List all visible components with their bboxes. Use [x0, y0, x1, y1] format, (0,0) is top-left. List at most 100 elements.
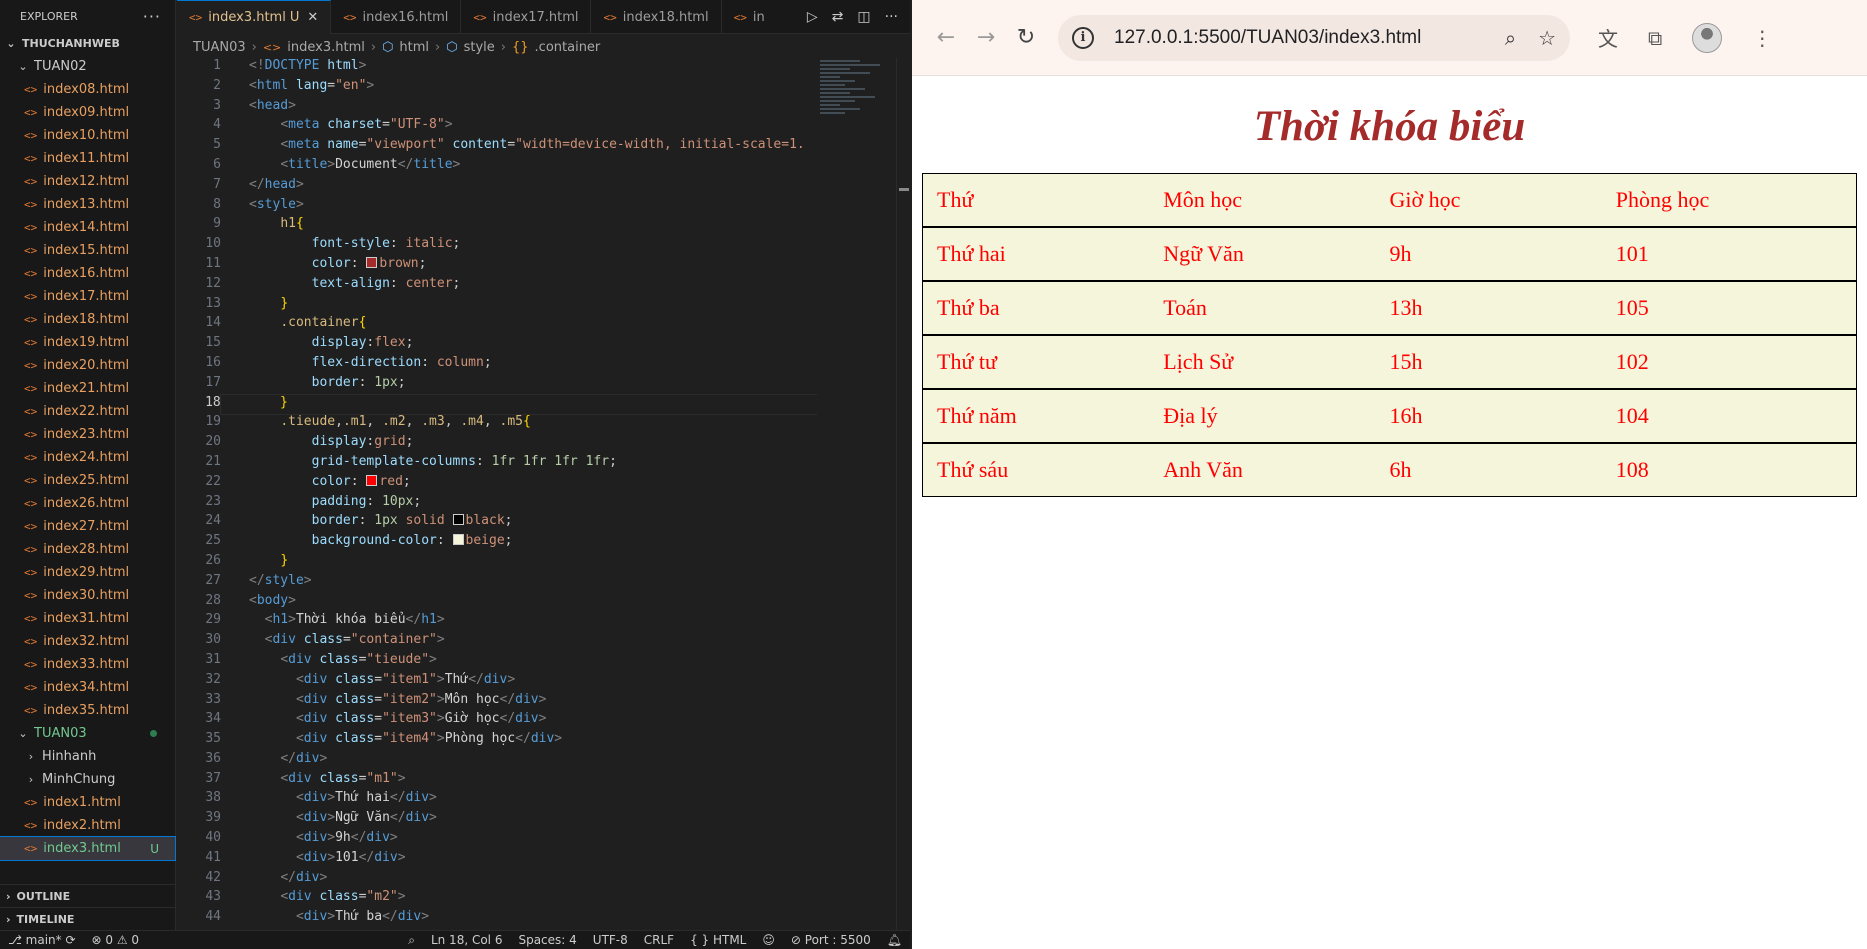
- file-item[interactable]: <> index21.html: [0, 377, 175, 400]
- html-file-icon: <>: [24, 704, 38, 717]
- menu-icon[interactable]: ⋮: [1752, 26, 1772, 50]
- untracked-badge: U: [289, 10, 300, 25]
- cell: Anh Văn: [1163, 457, 1243, 482]
- bookmark-star-icon[interactable]: ☆: [1538, 26, 1556, 50]
- folder-hinhanh[interactable]: › Hinhanh: [0, 745, 175, 768]
- file-item[interactable]: <> index23.html: [0, 423, 175, 446]
- notifications-icon[interactable]: 🔔︎: [879, 933, 910, 948]
- file-item[interactable]: <> index12.html: [0, 170, 175, 193]
- file-item[interactable]: <> index27.html: [0, 515, 175, 538]
- more-actions-icon[interactable]: ···: [143, 7, 161, 26]
- copilot-icon[interactable]: ☺: [754, 933, 783, 948]
- file-item[interactable]: <> index30.html: [0, 584, 175, 607]
- forward-arrow-icon[interactable]: →: [966, 18, 1006, 58]
- file-item[interactable]: <> index19.html: [0, 331, 175, 354]
- file-index2[interactable]: <> index2.html: [0, 814, 175, 837]
- timeline-section[interactable]: › TIMELINE: [0, 907, 176, 930]
- encoding[interactable]: UTF-8: [585, 933, 636, 948]
- workspace-root[interactable]: ⌄ THUCHANHWEB: [0, 32, 175, 55]
- breadcrumb-item[interactable]: html: [399, 40, 429, 55]
- file-item[interactable]: <> index28.html: [0, 538, 175, 561]
- language-mode[interactable]: { } HTML: [682, 933, 754, 948]
- workspace-label: THUCHANHWEB: [22, 37, 120, 50]
- line-ending[interactable]: CRLF: [636, 933, 682, 948]
- scrollbar-thumb[interactable]: [899, 188, 909, 191]
- file-item[interactable]: <> index20.html: [0, 354, 175, 377]
- file-item[interactable]: <> index29.html: [0, 561, 175, 584]
- translate-icon[interactable]: 文: [1598, 23, 1618, 52]
- file-label: index23.html: [43, 427, 130, 442]
- editor-scrollbar[interactable]: [896, 58, 910, 930]
- file-item[interactable]: <> index11.html: [0, 147, 175, 170]
- color-swatch-icon[interactable]: [452, 514, 464, 526]
- minimap[interactable]: [820, 58, 890, 198]
- avatar[interactable]: [1692, 22, 1723, 53]
- cursor-position[interactable]: Ln 18, Col 6: [423, 933, 511, 948]
- url-text[interactable]: 127.0.0.1:5500/TUAN03/index3.html: [1114, 27, 1421, 49]
- color-swatch-icon[interactable]: [366, 474, 378, 486]
- line-number: 25: [205, 533, 221, 549]
- site-info-icon[interactable]: i: [1072, 26, 1094, 49]
- timeline-label: TIMELINE: [16, 912, 75, 926]
- file-item[interactable]: <> index22.html: [0, 400, 175, 423]
- back-arrow-icon[interactable]: ←: [926, 18, 966, 58]
- color-swatch-icon[interactable]: [366, 256, 378, 268]
- zoom-icon[interactable]: ⌕: [400, 933, 423, 948]
- outline-section[interactable]: › OUTLINE: [0, 884, 176, 907]
- file-item[interactable]: <> index33.html: [0, 653, 175, 676]
- file-item[interactable]: <> index08.html: [0, 78, 175, 101]
- file-item[interactable]: <> index34.html: [0, 676, 175, 699]
- close-icon[interactable]: ✕: [307, 10, 318, 25]
- split-editor-icon[interactable]: ◫: [857, 9, 870, 25]
- breadcrumb-item[interactable]: style: [464, 40, 495, 55]
- reload-icon[interactable]: ↻: [1006, 18, 1046, 58]
- html-file-icon: <>: [24, 819, 38, 832]
- file-item[interactable]: <> index09.html: [0, 101, 175, 124]
- cell: 102: [1615, 349, 1649, 374]
- file-index1[interactable]: <> index1.html: [0, 791, 175, 814]
- file-item[interactable]: <> index15.html: [0, 239, 175, 262]
- file-item[interactable]: <> index18.html: [0, 308, 175, 331]
- tab-index3[interactable]: <> index3.html U ✕: [177, 0, 332, 34]
- file-item[interactable]: <> index32.html: [0, 630, 175, 653]
- problems-indicator[interactable]: ⊗ 0 ⚠ 0: [84, 933, 148, 947]
- tab-index16[interactable]: <> index16.html: [331, 0, 462, 34]
- breadcrumb-item[interactable]: .container: [535, 40, 601, 55]
- zoom-icon[interactable]: ⌕: [1505, 26, 1516, 50]
- file-item[interactable]: <> index26.html: [0, 492, 175, 515]
- extensions-icon[interactable]: ⧉: [1648, 26, 1662, 50]
- tab-label: index3.html: [208, 10, 286, 25]
- file-item[interactable]: <> index17.html: [0, 285, 175, 308]
- compare-icon[interactable]: ⇄: [832, 9, 844, 25]
- address-bar[interactable]: i 127.0.0.1:5500/TUAN03/index3.html ⌕ ☆: [1058, 14, 1570, 61]
- folder-minhchung[interactable]: › MinhChung: [0, 768, 175, 791]
- file-item[interactable]: <> index25.html: [0, 469, 175, 492]
- git-branch[interactable]: ⎇ main* ⟳: [0, 933, 84, 947]
- code-content[interactable]: 1 <!DOCTYPE html> 2 <html lang="en"> 3 <hea…: [177, 58, 817, 930]
- file-label: index26.html: [43, 496, 130, 511]
- header-cell: Môn học: [1163, 187, 1243, 212]
- more-actions-icon[interactable]: ···: [885, 9, 898, 25]
- file-item[interactable]: <> index13.html: [0, 193, 175, 216]
- folder-tuan03[interactable]: ⌄ TUAN03: [0, 722, 175, 745]
- file-item[interactable]: <> index31.html: [0, 607, 175, 630]
- file-item[interactable]: <> index10.html: [0, 124, 175, 147]
- indentation[interactable]: Spaces: 4: [510, 933, 584, 948]
- line-number: 24: [205, 513, 221, 529]
- file-item[interactable]: <> index24.html: [0, 446, 175, 469]
- tab-index17[interactable]: <> index17.html: [461, 0, 592, 34]
- file-index3-active[interactable]: <> index3.html U: [0, 836, 176, 861]
- color-swatch-icon[interactable]: [452, 534, 464, 546]
- tab-index18[interactable]: <> index18.html: [591, 0, 722, 34]
- breadcrumb-item[interactable]: index3.html: [287, 40, 365, 55]
- breadcrumb-item[interactable]: TUAN03: [193, 40, 246, 55]
- file-item[interactable]: <> index16.html: [0, 262, 175, 285]
- file-item[interactable]: <> index14.html: [0, 216, 175, 239]
- tab-overflow[interactable]: <> in: [722, 0, 777, 34]
- file-item[interactable]: <> index35.html: [0, 699, 175, 722]
- html-file-icon: <>: [24, 497, 38, 510]
- folder-tuan02[interactable]: ⌄ TUAN02: [0, 55, 175, 78]
- run-icon[interactable]: ▷: [807, 9, 818, 25]
- web-page: Thời khóa biểu Thứ Môn học Giờ học Phòng…: [912, 102, 1867, 497]
- live-server-port[interactable]: ⊘ Port : 5500: [783, 933, 879, 948]
